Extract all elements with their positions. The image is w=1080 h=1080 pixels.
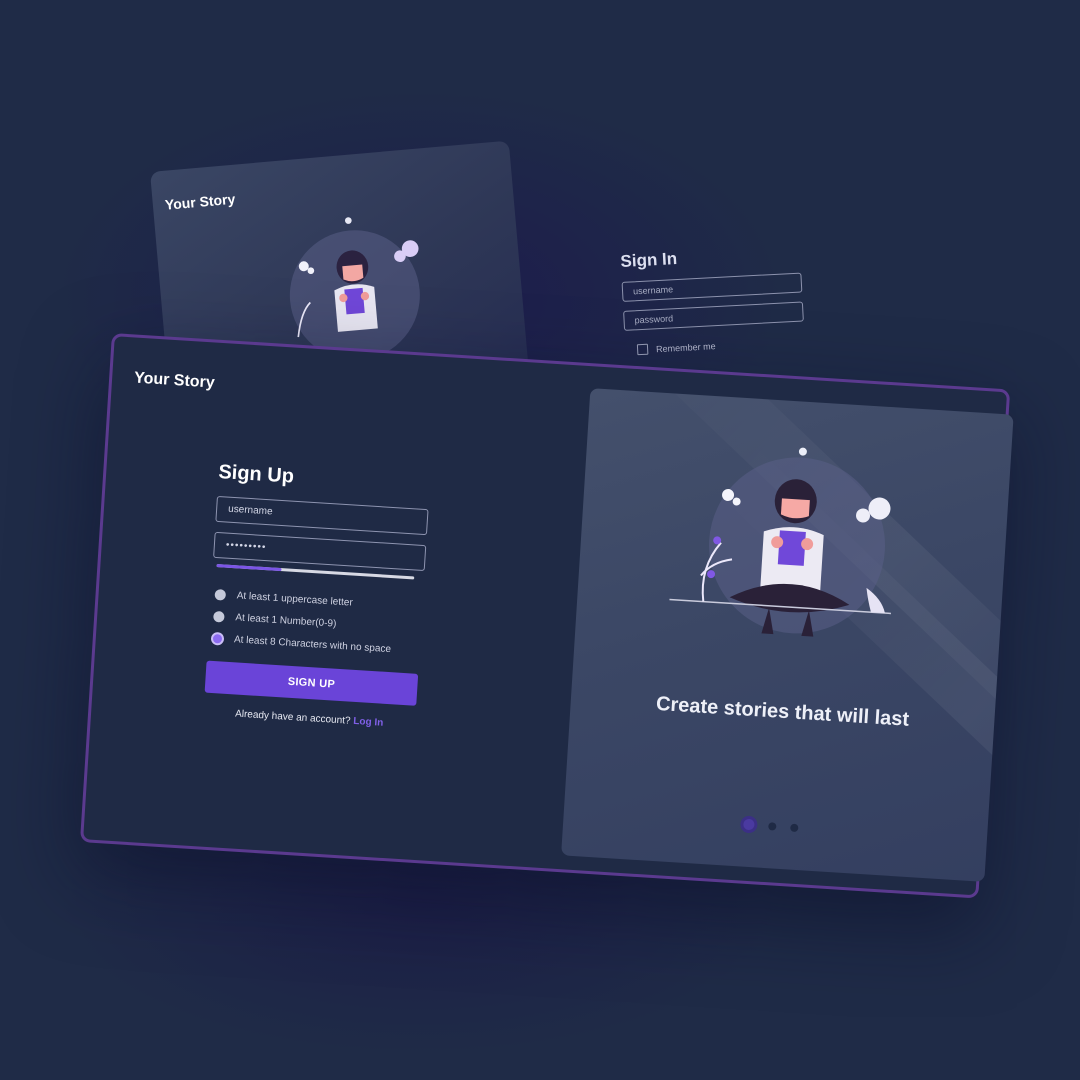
signin-password-input[interactable]: password [623, 301, 804, 331]
rule-text: At least 1 Number(0-9) [235, 611, 337, 630]
signup-title: Sign Up [217, 460, 295, 488]
hero-panel: Create stories that will last [561, 388, 1014, 882]
signin-username-input[interactable]: username [621, 272, 803, 302]
account-prompt-text: Already have an account? [234, 708, 351, 727]
rule-text: At least 1 uppercase letter [236, 589, 354, 609]
login-link[interactable]: Log In [353, 716, 384, 729]
requirement-dot-icon [214, 588, 227, 601]
rule-text: At least 8 Characters with no space [233, 633, 392, 655]
requirement-dot-icon [212, 633, 223, 644]
pager-dot-icon[interactable] [790, 823, 799, 832]
requirement-dot-icon [213, 610, 225, 623]
password-rules: At least 1 uppercase letter At least 1 N… [211, 583, 423, 662]
pager-dot-icon[interactable] [743, 818, 755, 831]
carousel-pager [743, 818, 799, 833]
sign-up-button[interactable]: SIGN UP [204, 660, 419, 706]
signup-window: Your Story Sign Up username ••••••••• At… [79, 333, 1014, 899]
signin-form: Sign In username password Remember me [620, 240, 845, 356]
signup-form: Sign Up username ••••••••• At least 1 up… [203, 461, 431, 731]
reading-woman-illustration [669, 447, 891, 637]
password-strength-fill [216, 564, 282, 572]
pager-dot-icon[interactable] [768, 821, 777, 831]
login-prompt: Already have an account? Log In [203, 706, 415, 730]
back-logo: Your Story [164, 190, 236, 213]
username-input[interactable]: username [215, 495, 429, 536]
main-logo: Your Story [133, 369, 216, 392]
checkbox-icon[interactable] [636, 343, 649, 356]
